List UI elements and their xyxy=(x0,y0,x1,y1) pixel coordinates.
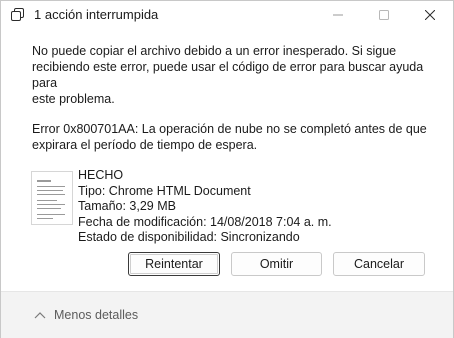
retry-button[interactable]: Reintentar xyxy=(128,252,220,276)
message-line: este problema. xyxy=(32,92,115,106)
close-button[interactable] xyxy=(407,1,453,29)
cancel-button[interactable]: Cancelar xyxy=(333,252,425,276)
file-size: Tamaño: 3,29 MB xyxy=(78,199,176,213)
error-code-paragraph: Error 0x800701AA: La operación de nube n… xyxy=(32,121,435,153)
dialog-window: 1 acción interrumpida No puede copiar el… xyxy=(0,0,454,338)
less-details-toggle[interactable]: Menos detalles xyxy=(34,308,138,322)
window-title: 1 acción interrumpida xyxy=(34,7,159,22)
error-message: No puede copiar el archivo debido a un e… xyxy=(32,43,435,167)
close-icon xyxy=(425,10,435,20)
error-line: expirara el período de tiempo de espera. xyxy=(32,138,258,152)
file-availability: Estado de disponibilidad: Sincronizando xyxy=(78,230,300,244)
title-bar: 1 acción interrumpida xyxy=(1,1,453,29)
minimize-button[interactable] xyxy=(315,1,361,29)
error-line: Error 0x800701AA: La operación de nube n… xyxy=(32,122,427,136)
file-modified: Fecha de modificación: 14/08/2018 7:04 a… xyxy=(78,214,332,229)
message-line: No puede copiar el archivo debido a un e… xyxy=(32,44,397,58)
chevron-up-icon xyxy=(34,312,46,319)
file-details: HECHO Tipo: Chrome HTML Document Tamaño:… xyxy=(78,168,332,246)
message-line: recibiendo este error, puede usar el cód… xyxy=(32,60,424,90)
file-thumbnail xyxy=(31,171,73,225)
skip-button[interactable]: Omitir xyxy=(231,252,322,276)
message-paragraph: No puede copiar el archivo debido a un e… xyxy=(32,43,435,107)
file-type: Tipo: Chrome HTML Document xyxy=(78,183,251,198)
maximize-icon xyxy=(379,10,389,20)
action-buttons: Reintentar Omitir Cancelar xyxy=(1,252,454,278)
maximize-button[interactable] xyxy=(361,1,407,29)
dialog-footer: Menos detalles xyxy=(1,291,453,338)
file-name: HECHO xyxy=(78,168,124,182)
less-details-label: Menos detalles xyxy=(54,308,139,322)
copy-icon xyxy=(11,8,24,21)
minimize-icon xyxy=(333,14,343,16)
file-info: HECHO Tipo: Chrome HTML Document Tamaño:… xyxy=(31,168,431,244)
